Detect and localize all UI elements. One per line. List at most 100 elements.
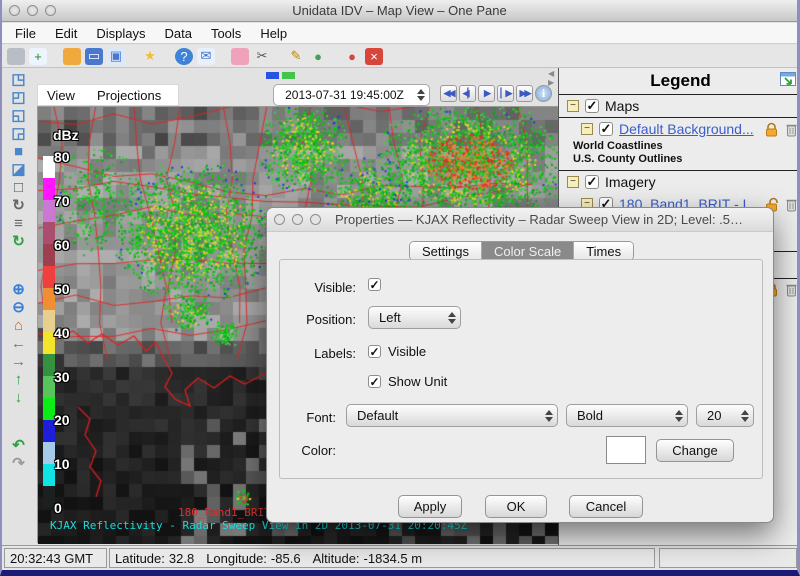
- pan-right-icon[interactable]: →: [8, 353, 30, 371]
- last-frame-button[interactable]: ▶▶: [516, 85, 533, 102]
- cursor-position-readout: Latitude: 32.8 Longitude: -85.6 Altitude…: [109, 548, 655, 568]
- eraser-icon[interactable]: [231, 48, 249, 65]
- default-background-link[interactable]: Default Background...: [619, 121, 758, 137]
- world-coastlines-label: World Coastlines: [559, 140, 800, 153]
- message-area: [659, 548, 797, 568]
- colorbar-tick-label: 30: [54, 369, 70, 385]
- show-unit-checkbox[interactable]: ✓: [368, 375, 381, 388]
- cancel-button[interactable]: Cancel: [569, 495, 643, 518]
- dialog-title-bar: Properties –– KJAX Reflectivity – Radar …: [267, 208, 773, 232]
- menu-data[interactable]: Data: [164, 26, 191, 41]
- support-request-icon[interactable]: ✉: [197, 48, 215, 65]
- visible-checkbox[interactable]: ✓: [368, 278, 381, 291]
- menu-projections[interactable]: Projections: [97, 88, 161, 103]
- pan-left-icon[interactable]: ←: [8, 335, 30, 353]
- drawing-control-icon[interactable]: [7, 48, 25, 65]
- step-forward-button[interactable]: ▏▶: [497, 85, 514, 102]
- perspective-view-icon[interactable]: □: [8, 179, 30, 197]
- time-selector[interactable]: 2013-07-31 19:45:00Z: [273, 84, 430, 106]
- time-value: 2013-07-31 19:45:00Z: [274, 88, 415, 102]
- globe-icon[interactable]: ●: [309, 48, 327, 65]
- menu-edit[interactable]: Edit: [55, 26, 77, 41]
- delete-trash-icon[interactable]: [785, 197, 798, 212]
- collapse-maps-icon[interactable]: −: [567, 100, 579, 112]
- maps-visibility-checkbox[interactable]: ✓: [585, 99, 599, 113]
- view-west-cube-icon[interactable]: ◪: [8, 161, 30, 179]
- show-unit-label: Show Unit: [388, 374, 447, 389]
- new-window-icon[interactable]: +: [29, 48, 47, 65]
- ok-button[interactable]: OK: [485, 495, 547, 518]
- help-icon[interactable]: ?: [175, 48, 193, 65]
- window-title: Unidata IDV – Map View – One Pane: [2, 3, 797, 18]
- title-bar: Unidata IDV – Map View – One Pane: [2, 0, 797, 22]
- cancel-icon[interactable]: ×: [365, 48, 383, 65]
- pan-up-icon[interactable]: ↑: [8, 371, 30, 389]
- view-toolbar: ◳◰◱◲■◪□↻≡↻⊕⊖⌂←→↑↓↶↷: [2, 68, 35, 545]
- open-folder-icon[interactable]: [63, 48, 81, 65]
- float-legend-icon[interactable]: [780, 72, 796, 86]
- redo-icon[interactable]: ↷: [8, 455, 30, 473]
- pan-down-icon[interactable]: ↓: [8, 389, 30, 407]
- menu-displays[interactable]: Displays: [96, 26, 145, 41]
- tab-settings[interactable]: Settings: [410, 242, 482, 260]
- favorites-star-icon[interactable]: ★: [141, 48, 159, 65]
- dialog-close-button[interactable]: [274, 214, 285, 225]
- step-back-button[interactable]: ◀▏: [459, 85, 476, 102]
- delete-trash-icon[interactable]: [785, 282, 798, 297]
- color-label: Color:: [266, 443, 336, 458]
- view-top-cube-icon[interactable]: ◳: [8, 71, 30, 89]
- menu-help[interactable]: Help: [260, 26, 287, 41]
- colorbar-tick-label: 70: [54, 193, 70, 209]
- lock-icon[interactable]: [764, 122, 779, 137]
- undo-icon[interactable]: ↶: [8, 437, 30, 455]
- collapse-right-icon[interactable]: ▶: [548, 78, 554, 87]
- color-swatch[interactable]: [606, 436, 646, 464]
- scale-ruler-icon[interactable]: ≡: [8, 215, 30, 233]
- dialog-minimize-button[interactable]: [292, 214, 303, 225]
- view-north-cube-icon[interactable]: ◱: [8, 107, 30, 125]
- view-bottom-cube-icon[interactable]: ◰: [8, 89, 30, 107]
- collapse-background-icon[interactable]: −: [581, 123, 593, 135]
- home-view-icon[interactable]: ⌂: [8, 317, 30, 335]
- font-label: Font:: [266, 410, 336, 425]
- save-icon[interactable]: ▭: [85, 48, 103, 65]
- colorbar-tick-label: 20: [54, 412, 70, 428]
- labels-visible-checkbox[interactable]: ✓: [368, 345, 381, 358]
- zoom-in-icon[interactable]: ⊕: [8, 281, 30, 299]
- tab-times[interactable]: Times: [574, 242, 633, 260]
- play-button[interactable]: ▶: [478, 85, 495, 102]
- stop-loads-icon[interactable]: ●: [343, 48, 361, 65]
- menu-tools[interactable]: Tools: [211, 26, 241, 41]
- collapse-left-icon[interactable]: ◀: [548, 69, 554, 78]
- apply-button[interactable]: Apply: [398, 495, 462, 518]
- visible-label: Visible:: [286, 280, 356, 295]
- animation-properties-button[interactable]: i: [535, 85, 552, 102]
- edit-pencil-icon[interactable]: ✎: [287, 48, 305, 65]
- panel-splitter[interactable]: ◀ ▶: [548, 69, 554, 87]
- app-window: Unidata IDV – Map View – One Pane File E…: [0, 0, 800, 576]
- menu-file[interactable]: File: [15, 26, 36, 41]
- font-size-dropdown[interactable]: 20: [696, 404, 754, 427]
- tab-color-scale[interactable]: Color Scale: [482, 242, 574, 260]
- menu-view[interactable]: View: [47, 88, 75, 103]
- font-style-dropdown[interactable]: Bold: [566, 404, 688, 427]
- dialog-zoom-button[interactable]: [310, 214, 321, 225]
- time-stepper[interactable]: [415, 89, 429, 101]
- font-family-dropdown[interactable]: Default: [346, 404, 558, 427]
- collapse-imagery-icon[interactable]: −: [567, 176, 579, 188]
- first-frame-button[interactable]: ◀◀: [440, 85, 457, 102]
- copy-icon[interactable]: ▣: [107, 48, 125, 65]
- cut-scissors-icon[interactable]: ✂: [253, 48, 271, 65]
- delete-trash-icon[interactable]: [785, 122, 798, 137]
- imagery-visibility-checkbox[interactable]: ✓: [585, 175, 599, 189]
- view-east-cube-icon[interactable]: ■: [8, 143, 30, 161]
- zoom-out-icon[interactable]: ⊖: [8, 299, 30, 317]
- auto-rotate-icon[interactable]: ↻: [8, 233, 30, 251]
- background-visibility-checkbox[interactable]: ✓: [599, 122, 613, 136]
- rotate-view-icon[interactable]: ↻: [8, 197, 30, 215]
- properties-dialog: Properties –– KJAX Reflectivity – Radar …: [266, 207, 774, 523]
- default-background-row: − ✓ Default Background...: [559, 118, 800, 140]
- view-south-cube-icon[interactable]: ◲: [8, 125, 30, 143]
- change-color-button[interactable]: Change: [656, 439, 734, 462]
- position-dropdown[interactable]: Left: [368, 306, 461, 329]
